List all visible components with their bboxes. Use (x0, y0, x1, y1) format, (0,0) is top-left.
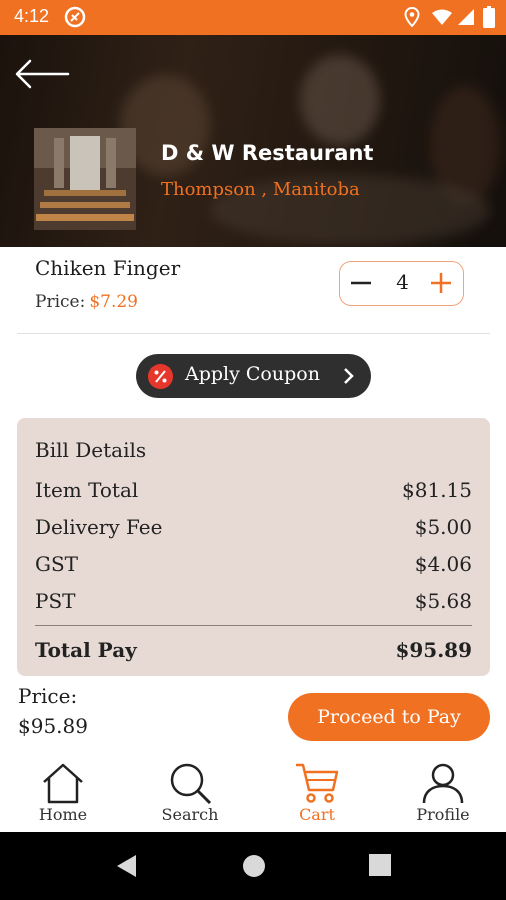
chevron-right-icon (344, 368, 354, 384)
nav-item-cart[interactable]: Cart (262, 756, 372, 832)
cart-screen: 4:12 D & W Restaurant Thompson , Manitob… (0, 0, 506, 900)
system-recents-icon[interactable] (369, 854, 391, 876)
bill-row-value: $5.68 (414, 589, 472, 613)
location-icon (404, 7, 420, 27)
bill-details-card: Bill Details Item Total $81.15 Delivery … (17, 418, 490, 676)
bill-details-title: Bill Details (35, 438, 147, 462)
nav-label: Home (38, 805, 88, 824)
restaurant-name: D & W Restaurant (161, 141, 374, 165)
price-value: $7.29 (89, 292, 138, 312)
cart-icon (296, 763, 339, 803)
bottom-navigation: Home Search Cart Profile (0, 756, 506, 832)
bill-row-item-total: Item Total $81.15 (35, 478, 472, 502)
minus-icon[interactable] (350, 272, 372, 294)
nav-label: Profile (416, 805, 470, 824)
status-bar: 4:12 (0, 0, 506, 35)
discount-icon (148, 364, 173, 389)
price-label: Price: (35, 292, 86, 312)
footer-price-value: $95.89 (18, 714, 88, 738)
signal-icon (458, 9, 474, 25)
bill-row-pst: PST $5.68 (35, 589, 472, 613)
nav-item-home[interactable]: Home (8, 756, 118, 832)
apply-coupon-button[interactable]: Apply Coupon (136, 354, 371, 398)
profile-icon (422, 763, 464, 804)
restaurant-location: Thompson , Manitoba (161, 179, 360, 200)
bill-row-value: $81.15 (402, 478, 472, 502)
bill-separator (35, 625, 472, 626)
wifi-icon (432, 9, 452, 25)
system-home-icon[interactable] (242, 854, 266, 878)
bill-row-delivery-fee: Delivery Fee $5.00 (35, 515, 472, 539)
restaurant-thumbnail (34, 128, 136, 230)
back-arrow-icon[interactable] (14, 57, 70, 91)
plus-icon[interactable] (430, 272, 452, 294)
checkout-bar: Price: $95.89 Proceed to Pay (0, 676, 506, 756)
nav-item-search[interactable]: Search (135, 756, 245, 832)
app-notification-icon (64, 6, 86, 28)
bill-row-label: GST (35, 552, 79, 576)
quantity-stepper: 4 (339, 261, 464, 306)
bill-row-value: $5.00 (414, 515, 472, 539)
bill-row-label: PST (35, 589, 76, 613)
search-icon (170, 763, 212, 804)
cart-item-name: Chiken Finger (35, 256, 181, 280)
nav-item-profile[interactable]: Profile (388, 756, 498, 832)
battery-icon (483, 6, 495, 28)
total-pay-label: Total Pay (35, 638, 137, 662)
total-pay-value: $95.89 (395, 638, 472, 662)
quantity-value: 4 (396, 270, 409, 294)
bill-row-gst: GST $4.06 (35, 552, 472, 576)
bill-row-value: $4.06 (414, 552, 472, 576)
nav-label: Cart (299, 805, 335, 824)
proceed-to-pay-button[interactable]: Proceed to Pay (288, 693, 490, 741)
apply-coupon-label: Apply Coupon (185, 363, 320, 385)
bill-row-total: Total Pay $95.89 (35, 638, 472, 662)
cart-item-price: Price: $7.29 (35, 292, 138, 312)
bill-row-label: Delivery Fee (35, 515, 163, 539)
system-navigation-bar (0, 832, 506, 900)
footer-price-label: Price: (18, 684, 78, 708)
status-time: 4:12 (14, 6, 50, 26)
restaurant-header: D & W Restaurant Thompson , Manitoba (0, 35, 506, 247)
nav-label: Search (161, 805, 219, 824)
bill-row-label: Item Total (35, 478, 139, 502)
divider (17, 333, 490, 334)
system-back-icon[interactable] (116, 854, 138, 878)
home-icon (43, 763, 83, 804)
